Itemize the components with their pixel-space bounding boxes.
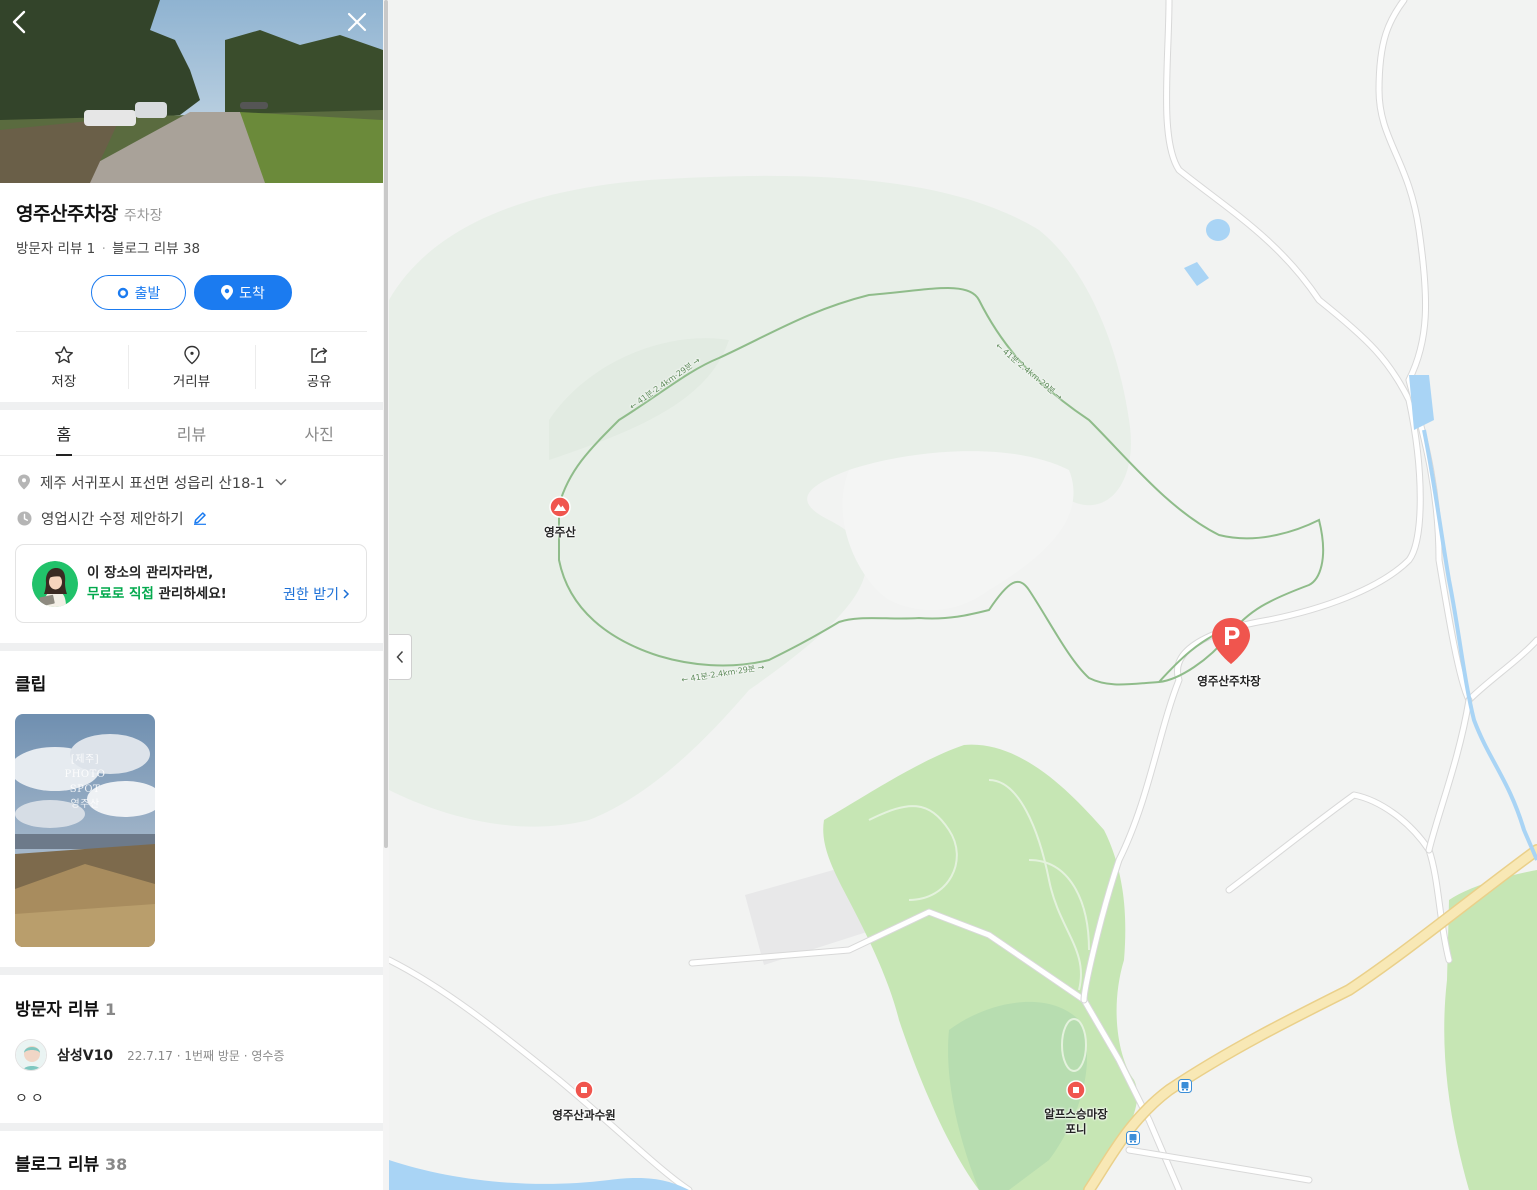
share-icon: [311, 346, 328, 363]
parking-icon: [1212, 618, 1250, 664]
review-meta: 22.7.17 · 1번째 방문 · 영수증: [127, 1048, 285, 1063]
orchard-label[interactable]: 영주산과수원: [543, 1107, 625, 1123]
hours-row[interactable]: 영업시간 수정 제안하기: [0, 500, 383, 536]
place-detail-panel: 영주산주차장 주차장 방문자 리뷰 1 · 블로그 리뷰 38 출발 도착 저장: [0, 0, 383, 1190]
place-dot-icon: [1066, 1080, 1086, 1100]
pencil-icon[interactable]: [193, 511, 207, 525]
destination-button[interactable]: 도착: [194, 275, 292, 310]
blog-review-title-text: 블로그 리뷰: [15, 1155, 100, 1175]
map-pin-outline-icon: [183, 345, 200, 364]
place-photo[interactable]: [0, 0, 383, 183]
streetview-button[interactable]: 거리뷰: [127, 332, 256, 402]
origin-button[interactable]: 출발: [91, 275, 186, 310]
clip-overlay-line: 영주산: [70, 799, 100, 810]
park-area-east: [1444, 870, 1537, 1190]
place-name: 영주산주차장: [16, 203, 118, 225]
ranch-label-line: 알프스승마장: [1044, 1107, 1108, 1121]
place-category: 주차장: [123, 208, 163, 224]
tab-home[interactable]: 홈: [0, 410, 128, 456]
place-header: 영주산주차장 주차장 방문자 리뷰 1 · 블로그 리뷰 38 출발 도착: [0, 183, 383, 310]
review-author[interactable]: 삼성V10: [57, 1045, 113, 1065]
ranch-label-line: 포니: [1065, 1122, 1087, 1136]
save-label: 저장: [51, 373, 77, 390]
clip-overlay-line: [제주]: [70, 754, 100, 765]
address-row[interactable]: 제주 서귀포시 표선면 성읍리 산18-1: [0, 464, 383, 500]
section-gap: [0, 402, 383, 410]
claim-permission-label: 권한 받기: [283, 587, 339, 603]
clip-overlay-line: SPOT: [69, 784, 101, 795]
orchard-poi[interactable]: [574, 1080, 594, 1100]
close-icon[interactable]: [343, 8, 371, 36]
visitor-review-section: 방문자 리뷰 1 삼성V10 22.7.17 · 1번째 방문 · 영수증 ㅇㅇ: [0, 975, 383, 1123]
tab-photo[interactable]: 사진: [255, 410, 383, 455]
location-icon: [18, 474, 30, 490]
section-gap: [0, 1123, 383, 1131]
blog-review-section: 블로그 리뷰 38: [0, 1131, 383, 1175]
clip-card[interactable]: [제주] PHOTO SPOT 영주산: [15, 714, 155, 947]
owner-banner-line1: 이 장소의 관리자라면,: [87, 564, 214, 581]
review-body: ㅇㅇ: [15, 1091, 47, 1107]
hours-suggest-text: 영업시간 수정 제안하기: [41, 511, 184, 528]
owner-banner-highlight: 무료로 직접: [87, 585, 154, 602]
chevron-right-icon: [343, 589, 350, 599]
separator: ·: [101, 241, 106, 257]
section-gap: [0, 643, 383, 651]
address-text: 제주 서귀포시 표선면 성읍리 산18-1: [40, 475, 265, 492]
origin-dot-icon: [117, 287, 128, 298]
clip-title: 클립: [15, 675, 47, 695]
collapse-panel-button[interactable]: [389, 634, 412, 680]
bus-stop-icon[interactable]: [1126, 1131, 1140, 1145]
chevron-down-icon[interactable]: [274, 477, 288, 487]
mountain-poi[interactable]: [549, 496, 571, 518]
scrollbar-thumb[interactable]: [384, 0, 388, 848]
review-author-row[interactable]: 삼성V10 22.7.17 · 1번째 방문 · 영수증: [15, 1039, 368, 1071]
ranch-poi[interactable]: [1066, 1080, 1086, 1100]
save-button[interactable]: 저장: [0, 332, 128, 402]
owner-banner-line2: 관리하세요!: [153, 585, 227, 602]
mountain-icon: [549, 496, 571, 518]
visitor-review-title: 방문자 리뷰 1: [15, 995, 368, 1020]
map-canvas[interactable]: ← 41분·2.4km·29분 → ← 41분·2.4km·29분 → ← 41…: [389, 0, 1537, 1190]
route-buttons: 출발 도착: [16, 275, 367, 310]
owner-claim-banner[interactable]: 이 장소의 관리자라면, 무료로 직접 관리하세요! 권한 받기: [15, 544, 367, 623]
place-dot-icon: [574, 1080, 594, 1100]
parking-label[interactable]: 영주산주차장: [1187, 673, 1271, 689]
review-counts: 방문자 리뷰 1 · 블로그 리뷰 38: [16, 237, 367, 257]
clip-overlay-text: [제주] PHOTO SPOT 영주산: [15, 752, 155, 812]
origin-button-label: 출발: [134, 285, 161, 302]
mountain-label[interactable]: 영주산: [536, 524, 584, 540]
location-pin-icon: [221, 285, 234, 300]
clip-section: 클립 [제주] PHOTO SPOT 영주산: [0, 651, 383, 947]
share-label: 공유: [306, 373, 332, 390]
share-button[interactable]: 공유: [255, 332, 383, 402]
back-icon[interactable]: [6, 8, 34, 36]
bus-stop-icon[interactable]: [1178, 1079, 1192, 1093]
clip-overlay-line: PHOTO: [64, 769, 106, 780]
clock-icon: [17, 511, 32, 525]
section-gap: [0, 967, 383, 975]
claim-permission-link[interactable]: 권한 받기: [283, 584, 350, 604]
parking-marker[interactable]: [1210, 616, 1252, 666]
destination-button-label: 도착: [239, 285, 265, 302]
visitor-review-count-link[interactable]: 방문자 리뷰 1: [16, 241, 95, 257]
streetview-label: 거리뷰: [172, 373, 211, 390]
visitor-review-count: 1: [105, 1000, 117, 1019]
tab-bar: 홈 리뷰 사진: [0, 410, 383, 456]
blog-review-title: 블로그 리뷰 38: [15, 1150, 368, 1175]
panel-scrollbar[interactable]: [383, 0, 389, 1190]
tab-review[interactable]: 리뷰: [128, 410, 256, 455]
avatar: [15, 1039, 47, 1071]
blog-review-count-link[interactable]: 블로그 리뷰 38: [112, 241, 200, 257]
visitor-review-title-text: 방문자 리뷰: [15, 1000, 100, 1020]
action-row: 저장 거리뷰 공유: [0, 332, 383, 402]
owner-illustration: [32, 560, 78, 607]
ranch-label[interactable]: 알프스승마장 포니: [1031, 1107, 1121, 1137]
chevron-left-icon: [396, 650, 404, 664]
star-icon: [54, 345, 73, 363]
blog-review-count: 38: [105, 1155, 128, 1174]
